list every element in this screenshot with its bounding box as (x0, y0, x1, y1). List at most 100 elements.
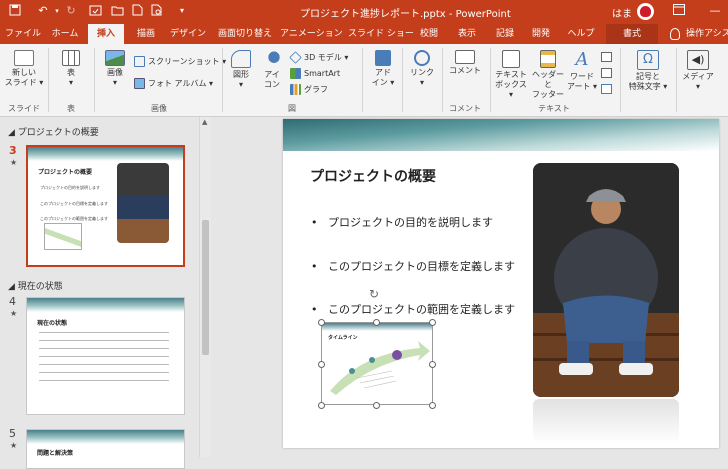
tab-insert[interactable]: 挿入 (88, 24, 124, 44)
omega-icon: Ω (637, 50, 659, 70)
photo-album-button[interactable]: フォト アルバム ▾ (134, 78, 213, 89)
lightbulb-icon[interactable] (670, 28, 680, 40)
minimize-icon[interactable]: — (708, 4, 722, 18)
thumbnail-title: プロジェクトの概要 (38, 169, 93, 176)
timeline-graphic[interactable]: タイムライン (321, 322, 433, 405)
link-button[interactable]: リンク ▾ (406, 50, 438, 88)
wordart-label: ワード アート ▾ (566, 72, 598, 91)
image-button[interactable]: 画像 ▾ (100, 50, 130, 88)
resize-handle[interactable] (373, 319, 380, 326)
tab-draw[interactable]: 描画 (128, 24, 164, 44)
open-icon[interactable] (110, 4, 124, 18)
symbol-button[interactable]: Ω 記号と 特殊文字 ▾ (624, 50, 672, 92)
tab-record[interactable]: 記録 (490, 24, 520, 44)
resize-handle[interactable] (318, 319, 325, 326)
image-icon (105, 50, 125, 66)
new-slide-icon (14, 50, 34, 66)
undo-dropdown-icon[interactable]: ▾ (50, 4, 64, 18)
object-icon[interactable] (601, 84, 612, 94)
print-preview-icon[interactable] (150, 4, 164, 18)
tab-format[interactable]: 書式 (606, 24, 658, 44)
date-time-icon[interactable] (601, 52, 612, 62)
group-text-label: テキスト (538, 104, 570, 113)
screenshot-button[interactable]: スクリーンショット ▾ (134, 56, 226, 67)
autosave-icon[interactable] (88, 4, 102, 18)
user-name[interactable]: はま (612, 5, 632, 20)
textbox-label: テキスト ボックス ▾ (495, 70, 527, 99)
separator (94, 48, 95, 112)
undo-icon[interactable]: ↶ (36, 4, 50, 18)
textbox-button[interactable]: テキスト ボックス ▾ (492, 50, 530, 100)
tab-help[interactable]: ヘルプ (563, 24, 599, 44)
thumbnail-bullet: プロジェクトの目的を説明します (40, 185, 100, 190)
rotate-handle-icon[interactable]: ↻ (369, 287, 379, 301)
animation-star-icon: ★ (10, 158, 18, 167)
thumbnail-scrollbar[interactable]: ▲ (199, 117, 211, 457)
section-name: プロジェクトの概要 (17, 128, 99, 138)
icons-button[interactable]: アイ コン (258, 50, 286, 90)
tab-animations[interactable]: アニメーション (280, 24, 343, 44)
thumbnail-title: 現在の状態 (37, 320, 68, 327)
resize-handle[interactable] (373, 402, 380, 409)
person-photo[interactable] (533, 163, 679, 397)
3d-model-button[interactable]: 3D モデル ▾ (289, 51, 348, 64)
group-slide-label: スライド (8, 104, 40, 113)
new-icon[interactable] (130, 4, 144, 18)
animation-star-icon: ★ (10, 441, 18, 450)
slide-number: 5 (9, 427, 16, 440)
table-icon (62, 50, 80, 66)
section-header[interactable]: ◢ 現在の状態 (8, 279, 63, 292)
tab-home[interactable]: ホーム (45, 24, 85, 44)
screenshot-label: スクリーンショット ▾ (148, 57, 227, 66)
separator (442, 48, 443, 112)
new-slide-button[interactable]: 新しい スライド ▾ (4, 50, 44, 88)
thumbnail-text-lines (39, 332, 169, 382)
media-button[interactable]: ◀) メディア ▾ (680, 50, 716, 92)
addin-button[interactable]: アド イン ▾ (368, 50, 398, 88)
section-header[interactable]: ◢ プロジェクトの概要 (8, 125, 99, 138)
header-footer-button[interactable]: ヘッダーと フッター (530, 50, 566, 100)
shapes-button[interactable]: 図形 ▾ (226, 50, 256, 90)
wordart-button[interactable]: A ワード アート ▾ (566, 50, 598, 92)
screenshot-icon (134, 56, 145, 67)
bullet-item[interactable]: • このプロジェクトの範囲を定義します (311, 301, 515, 317)
smartart-label: SmartArt (304, 69, 341, 78)
scroll-up-icon[interactable]: ▲ (202, 118, 207, 126)
slide-thumbnail[interactable]: プロジェクトの概要 プロジェクトの目的を説明します このプロジェクトの目標を定義… (26, 145, 185, 267)
tab-view[interactable]: 表示 (452, 24, 482, 44)
save-icon[interactable] (8, 4, 22, 18)
smartart-button[interactable]: SmartArt (290, 68, 340, 79)
chart-button[interactable]: グラフ (290, 84, 328, 95)
comment-label: コメント (449, 66, 481, 75)
redo-icon[interactable]: ↻ (64, 4, 78, 18)
resize-handle[interactable] (429, 319, 436, 326)
slide-thumbnail[interactable]: 問題と解決策 (26, 429, 185, 469)
slide-canvas[interactable]: プロジェクトの概要 • プロジェクトの目的を説明します • このプロジェクトの目… (283, 119, 719, 448)
shapes-label: 図形 ▾ (233, 70, 249, 89)
tab-slideshow[interactable]: スライド ショー (348, 24, 414, 44)
customize-qat-icon[interactable]: ▾ (175, 4, 189, 18)
avatar[interactable] (637, 3, 654, 20)
table-button[interactable]: 表 ▾ (54, 50, 88, 88)
bullet-item[interactable]: • このプロジェクトの目標を定義します (311, 258, 515, 274)
resize-handle[interactable] (429, 402, 436, 409)
ribbon-display-icon[interactable] (672, 4, 686, 18)
tab-design[interactable]: デザイン (166, 24, 210, 44)
slide-thumbnail[interactable]: 現在の状態 (26, 297, 185, 415)
scrollbar-thumb[interactable] (202, 220, 209, 355)
comment-icon (455, 50, 475, 64)
slide-title[interactable]: プロジェクトの概要 (310, 166, 436, 186)
resize-handle[interactable] (318, 402, 325, 409)
addin-icon (375, 50, 391, 66)
tab-file[interactable]: ファイル (3, 24, 43, 44)
resize-handle[interactable] (429, 361, 436, 368)
bullet-item[interactable]: • プロジェクトの目的を説明します (311, 214, 493, 230)
tab-tell-me[interactable]: 操作アシス (686, 24, 728, 44)
comment-button[interactable]: コメント (446, 50, 484, 76)
slide-number-icon[interactable] (601, 68, 612, 78)
tab-transitions[interactable]: 画面切り替え (214, 24, 276, 44)
bullet-text: このプロジェクトの目標を定義します (327, 260, 515, 273)
resize-handle[interactable] (318, 361, 325, 368)
tab-developer[interactable]: 開発 (526, 24, 556, 44)
tab-review[interactable]: 校閲 (414, 24, 444, 44)
